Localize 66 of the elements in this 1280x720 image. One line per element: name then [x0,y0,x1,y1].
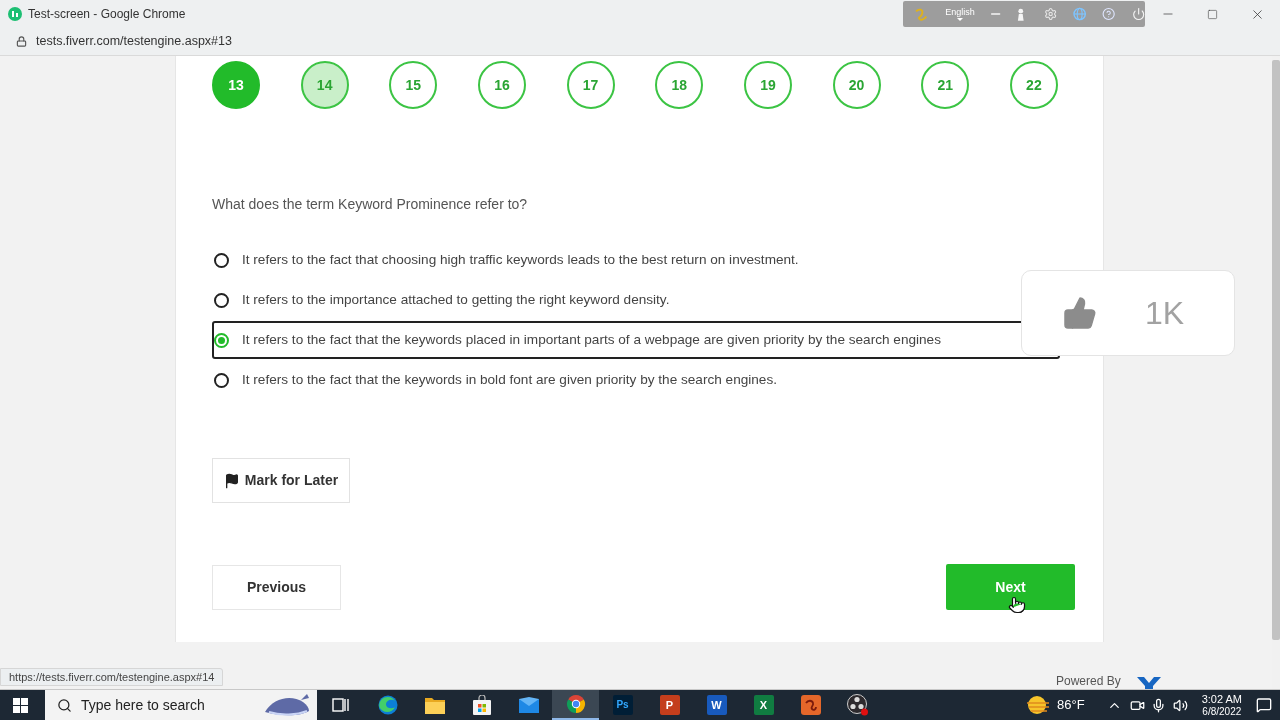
caret-icon [957,18,964,21]
language-icon [915,7,928,21]
taskbar-app-button[interactable]: P [646,690,693,720]
recorder-icon [846,694,869,716]
radio-button[interactable] [214,372,229,388]
address-bar[interactable]: tests.fiverr.com/testengine.aspx#13 [0,28,1280,56]
logo-icon [1137,677,1161,689]
question-number-button[interactable]: 15 [389,61,438,109]
question-number-button[interactable]: 16 [477,61,526,109]
url-text: tests.fiverr.com/testengine.aspx#13 [36,33,232,51]
option-text: It refers to the fact that the keywords in bold font are given priority by the search engines. [242,370,777,389]
windows-icon [12,697,28,713]
weather-icon[interactable] [1025,695,1052,715]
app-logo-tile: P [659,695,680,715]
option-text: It refers to the importance attached to getting the right keyword density. [242,290,670,309]
taskbar-app-button[interactable]: X [740,690,787,720]
clock-date: 6/8/2022 [1202,705,1242,718]
radio-button[interactable] [214,252,229,268]
notification-icon[interactable] [1256,697,1272,713]
question-text: What does the term Keyword Prominence refer to? [212,196,528,212]
language-label[interactable]: English [945,7,975,18]
app-logo-tile: Ps [612,695,633,715]
shopping-bag-icon [471,695,492,715]
maximize-icon [1207,8,1218,20]
radio-button[interactable] [214,292,229,308]
search-icon [57,697,72,713]
answer-option[interactable]: It refers to the fact that the keywords in bold font are given priority by the search engines. [212,361,1060,399]
edge-icon [377,695,398,715]
window-title: Test-screen - Google Chrome [28,6,186,23]
clock-time: 3:02 AM [1201,692,1242,706]
app-logo-tile: W [706,695,727,715]
flag-icon [223,472,240,489]
question-number-button[interactable]: 17 [566,61,615,109]
radio-button[interactable] [214,332,229,348]
option-text: It refers to the fact that the keywords placed in important parts of a webpage are given priority by the search engines [242,330,941,349]
folder-icon [424,696,445,714]
like-count: 1K [1145,294,1185,333]
question-number-button[interactable]: 20 [832,61,881,109]
answer-option[interactable]: It refers to the fact that choosing high traffic keywords leads to the best return on investment. [212,241,1060,279]
app-logo-tile: X [753,695,774,715]
task-view-icon [331,696,350,714]
hand-cursor-icon [1008,596,1026,614]
previous-button[interactable]: Previous [212,564,341,610]
search-field[interactable]: Type here to search [81,694,251,716]
taskbar-app-button[interactable]: Ps [599,690,646,720]
question-number-button[interactable]: 19 [743,61,792,109]
whale-icon [263,692,311,718]
lock-icon [16,36,27,47]
option-text: It refers to the fact that choosing high traffic keywords leads to the best return on investment. [242,250,799,269]
squiggle-tile-icon [800,695,821,715]
question-number-button[interactable]: 22 [1009,61,1058,109]
status-link-tooltip: https://tests.fiverr.com/testengine.aspx#14 [0,668,224,686]
weather-temperature[interactable]: 86°F [1057,695,1085,715]
volume-icon[interactable] [1172,697,1188,713]
chrome-icon [565,694,586,714]
search-box[interactable]: Type here to search [45,690,317,720]
mail-icon [518,697,539,713]
question-number-button[interactable]: 18 [655,61,704,109]
thumbs-up-icon[interactable] [1062,295,1098,331]
taskbar-app-button[interactable]: W [693,690,740,720]
question-number-button[interactable]: 21 [921,61,970,109]
powered-by-text: Powered By [1056,674,1121,688]
microphone-icon[interactable] [1150,697,1166,713]
site-logo-icon [8,7,22,21]
mark-for-later-button[interactable]: Mark for Later [212,458,350,503]
clock-button[interactable]: 3:02 AM 6/8/2022 [1201,690,1242,720]
